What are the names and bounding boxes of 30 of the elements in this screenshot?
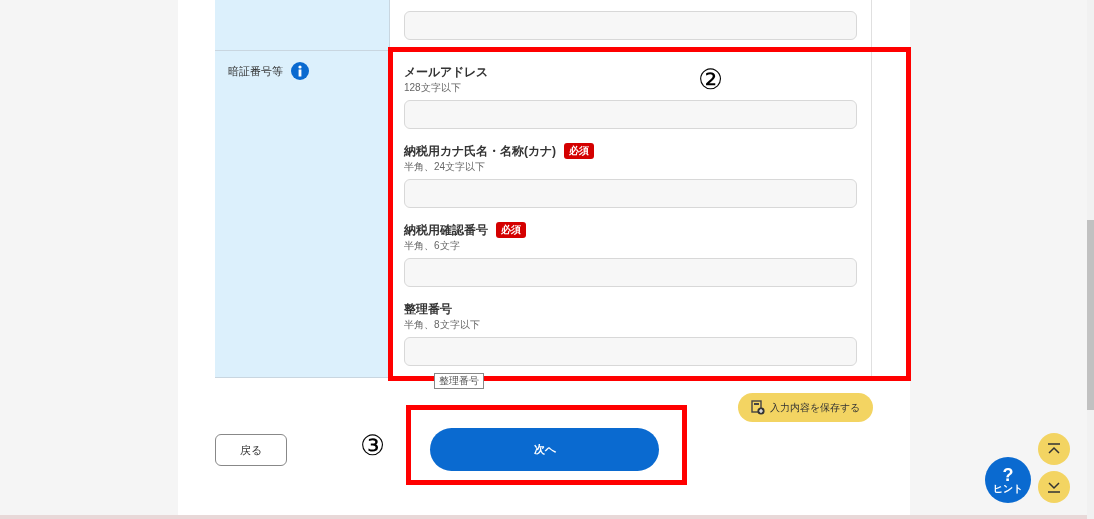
scroll-top-icon — [1047, 443, 1061, 455]
save-button[interactable]: 入力内容を保存する — [738, 393, 873, 422]
field-hint: 半角、6文字 — [404, 240, 461, 252]
required-badge: 必須 — [564, 143, 594, 159]
back-button[interactable]: 戻る — [215, 434, 287, 466]
info-icon[interactable] — [291, 62, 309, 80]
input-field[interactable] — [404, 100, 857, 129]
input-field[interactable] — [404, 179, 857, 208]
input-field[interactable] — [404, 337, 857, 366]
field-hint: 128文字以下 — [404, 82, 462, 94]
input-field[interactable] — [404, 258, 857, 287]
field-hint: 半角、24文字以下 — [404, 161, 487, 173]
field-hint: 半角、8文字以下 — [404, 319, 481, 331]
input-field[interactable] — [404, 11, 857, 40]
scrollbar[interactable] — [1087, 0, 1094, 519]
scroll-bottom-button[interactable] — [1038, 471, 1070, 503]
field-label: 整理番号 — [404, 301, 452, 318]
annotation-number: ② — [698, 64, 723, 96]
next-button[interactable]: 次へ — [430, 428, 659, 471]
section-label: 暗証番号等 — [228, 64, 283, 79]
annotation-number: ③ — [360, 430, 385, 462]
field-label: 納税用カナ氏名・名称(カナ) — [404, 143, 556, 160]
field-label: 納税用確認番号 — [404, 222, 488, 239]
scroll-top-button[interactable] — [1038, 433, 1070, 465]
scroll-bottom-icon — [1047, 481, 1061, 493]
hint-button[interactable]: ? ヒント — [985, 457, 1031, 503]
document-plus-icon — [751, 400, 765, 415]
tooltip: 整理番号 — [434, 373, 484, 389]
required-badge: 必須 — [496, 222, 526, 238]
field-label: メールアドレス — [404, 64, 488, 81]
